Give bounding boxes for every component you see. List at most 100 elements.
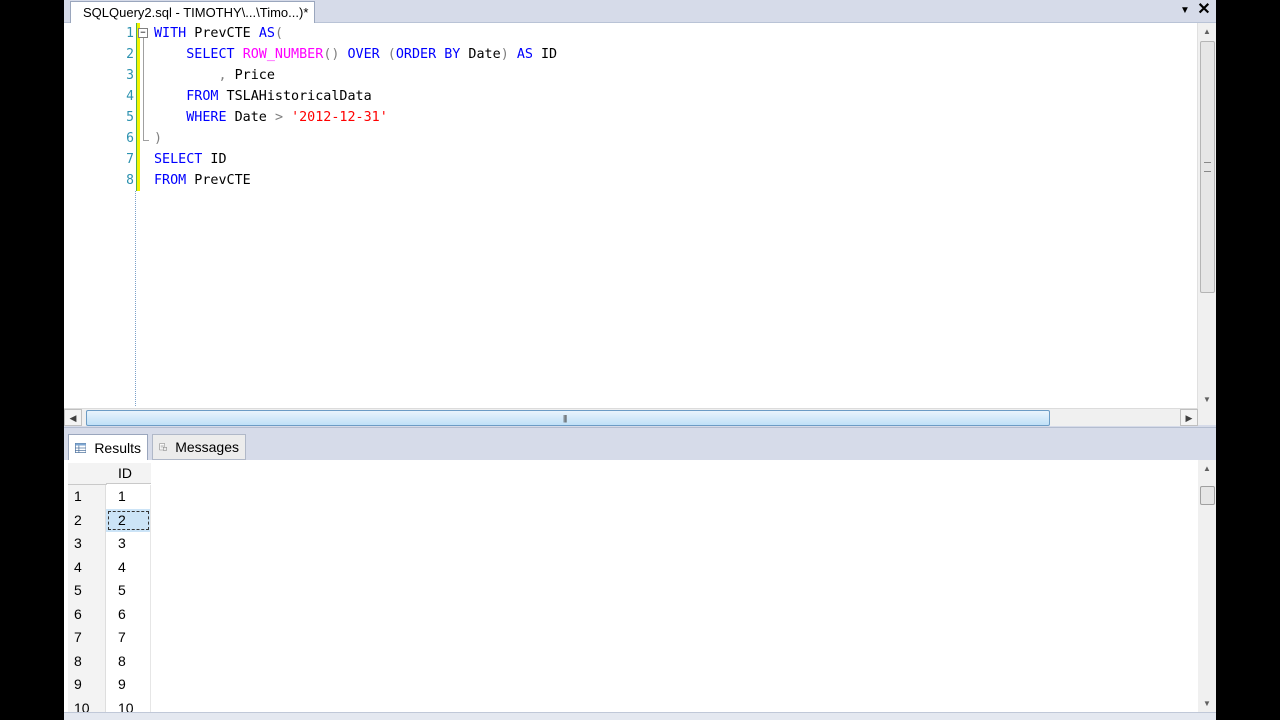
scroll-left-arrow-icon[interactable]: ◀ [64,409,82,426]
grid-vertical-scrollbar[interactable]: ▲ ▼ [1198,460,1216,712]
code-line[interactable]: 1 WITH PrevCTE AS( [64,23,1198,44]
code-token: , [218,68,227,83]
line-number: 6 [126,131,134,146]
column-header-id[interactable]: ID [106,463,151,484]
code-token: > [274,110,283,125]
scroll-up-arrow-icon[interactable]: ▲ [1198,460,1216,477]
close-icon[interactable]: ✕ [1196,2,1212,18]
code-text: WITH PrevCTE AS( [154,23,283,44]
code-token: SELECT [186,47,235,62]
code-text: FROM PrevCTE [154,170,251,191]
grid-icon [75,442,87,453]
row-header[interactable]: 4 [68,555,106,579]
code-line[interactable]: 2 SELECT ROW_NUMBER() OVER (ORDER BY Dat… [64,44,1198,65]
row-header[interactable]: 6 [68,602,106,626]
line-number: 4 [126,89,134,104]
cell-id[interactable]: 7 [106,626,151,650]
code-token: AS [516,47,533,62]
results-tab-bar: Results Messages [64,427,1216,461]
editor-horizontal-scroll-thumb[interactable]: ||| [86,410,1050,426]
cell-id[interactable]: 8 [106,649,151,673]
tab-messages[interactable]: Messages [152,434,246,460]
row-header[interactable]: 5 [68,579,106,603]
line-number: 1 [126,26,134,41]
code-token: FROM [154,173,187,188]
code-token: ORDER BY [395,47,461,62]
code-token: AS [258,26,275,41]
code-line[interactable]: 4 FROM TSLAHistoricalData [64,86,1198,107]
code-line[interactable]: 7 SELECT ID [64,149,1198,170]
cell-id[interactable]: 1 [106,485,151,509]
tab-list-dropdown-icon[interactable]: ▼ [1178,4,1192,18]
code-text: SELECT ROW_NUMBER() OVER (ORDER BY Date)… [154,44,557,65]
code-token: OVER [347,47,380,62]
row-header[interactable]: 9 [68,673,106,697]
table-row[interactable]: 44 [68,555,152,579]
grid-vertical-scroll-thumb[interactable] [1200,486,1215,505]
document-tab-strip: SQLQuery2.sql - TIMOTHY\...\Timo...)* ▼ … [64,0,1216,23]
code-text: FROM TSLAHistoricalData [154,86,372,107]
query-document-tab[interactable]: SQLQuery2.sql - TIMOTHY\...\Timo...)* [70,1,316,23]
line-number: 3 [126,68,134,83]
scroll-up-arrow-icon[interactable]: ▲ [1198,23,1216,40]
editor-horizontal-scrollbar[interactable]: ◀ ||| ▶ [64,408,1198,426]
row-header[interactable]: 3 [68,532,106,556]
row-header[interactable]: 2 [68,508,106,532]
code-token: PrevCTE [186,26,259,41]
scroll-right-arrow-icon[interactable]: ▶ [1180,409,1198,426]
editor-vertical-scrollbar[interactable]: ▲ ▼ [1197,23,1216,408]
code-text: WHERE Date > '2012-12-31' [154,107,388,128]
code-token: PrevCTE [186,173,251,188]
table-row[interactable]: 11 [68,485,152,509]
code-text: , Price [154,65,275,86]
code-line[interactable]: 6) [64,128,1198,149]
code-line[interactable]: 5 WHERE Date > '2012-12-31' [64,107,1198,128]
table-row[interactable]: 77 [68,626,152,650]
code-line[interactable]: 3 , Price [64,65,1198,86]
results-grid[interactable]: ID 1 1 2 2 3 3 4 4 5 5 6 6 7 7 8 8 9 9 10 10 ▲ ▼ [64,460,1216,720]
cell-id[interactable]: 3 [106,532,151,556]
tab-results[interactable]: Results [68,434,148,460]
code-token: ID [532,47,558,62]
query-editor[interactable]: − 1 WITH PrevCTE AS(2 SELECT ROW_NUMBER()… [64,23,1216,408]
table-row[interactable]: 99 [68,673,152,697]
table-row[interactable]: 22 [68,508,152,532]
line-number: 2 [126,47,134,62]
scroll-down-arrow-icon[interactable]: ▼ [1198,391,1216,408]
code-token: ( [274,26,283,41]
code-token: '2012-12-31' [291,110,388,125]
code-token: Date [460,47,501,62]
code-token: () [323,47,340,62]
row-header[interactable]: 1 [68,485,106,509]
code-line[interactable]: 8 FROM PrevCTE [64,170,1198,191]
code-token: Price [226,68,275,83]
line-number: 5 [126,110,134,125]
code-text: SELECT ID [154,149,227,170]
row-header[interactable]: 7 [68,626,106,650]
table-row[interactable]: 33 [68,532,152,556]
code-token: WHERE [186,110,227,125]
tab-messages-label: Messages [175,439,239,455]
cell-id[interactable]: 5 [106,579,151,603]
scroll-down-arrow-icon[interactable]: ▼ [1198,695,1216,712]
code-token: ) [154,131,163,146]
grid-rows: 1 1 2 2 3 3 4 4 5 5 6 6 7 7 8 8 9 9 10 10 [68,485,152,720]
table-row[interactable]: 55 [68,579,152,603]
row-header[interactable]: 8 [68,649,106,673]
cell-id[interactable]: 2 [106,508,151,532]
table-row[interactable]: 66 [68,602,152,626]
editor-vertical-scroll-thumb[interactable] [1200,41,1215,293]
code-token: ROW_NUMBER [242,47,324,62]
code-token: TSLAHistoricalData [218,89,372,104]
cell-id[interactable]: 4 [106,555,151,579]
table-row[interactable]: 88 [68,649,152,673]
cell-id[interactable]: 6 [106,602,151,626]
cell-id[interactable]: 9 [106,673,151,697]
code-token: ID [202,152,227,167]
grid-select-all-corner[interactable] [68,463,107,485]
code-text: ) [154,128,162,149]
